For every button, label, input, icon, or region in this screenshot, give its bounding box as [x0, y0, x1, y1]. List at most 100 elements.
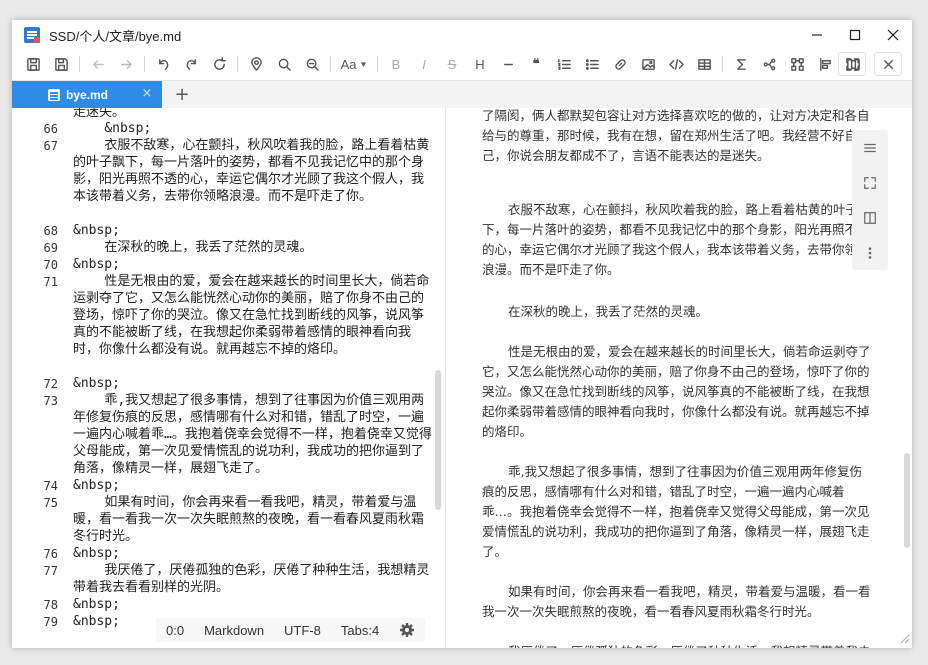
markdown-file-icon	[48, 89, 60, 101]
code-icon	[668, 58, 684, 70]
refresh-icon	[213, 56, 226, 70]
more-vertical-icon	[868, 246, 872, 259]
redo-button[interactable]	[179, 52, 203, 76]
table-button[interactable]	[692, 52, 716, 76]
save-all-button[interactable]	[21, 52, 45, 76]
window-controls	[798, 20, 912, 50]
minimize-button[interactable]	[798, 20, 836, 50]
italic-label: I	[422, 56, 426, 72]
unordered-list-button[interactable]	[580, 52, 604, 76]
back-button[interactable]	[86, 52, 110, 76]
search-replace-icon	[306, 58, 319, 71]
file-encoding[interactable]: UTF-8	[284, 623, 321, 638]
unordered-list-icon	[585, 58, 599, 70]
font-label: Aa	[340, 56, 357, 72]
sigma-icon	[736, 58, 746, 70]
markdown-editor[interactable]: 走迷失。 66 &nbsp; 67 衣服不敌寒，心在颤抖，秋风吹着我的脸，路上看着枯…	[12, 108, 445, 648]
fullscreen-icon	[864, 176, 876, 189]
tab-bye-md[interactable]: bye.md ×	[12, 81, 162, 109]
image-button[interactable]	[636, 52, 660, 76]
code-button[interactable]	[664, 52, 688, 76]
image-icon	[641, 58, 655, 70]
arrow-left-icon	[92, 59, 104, 69]
menu-icon	[864, 143, 876, 152]
preview-fullscreen-button[interactable]	[852, 165, 888, 200]
horizontal-rule-button[interactable]	[496, 52, 520, 76]
bold-button[interactable]: B	[384, 52, 408, 76]
line-number: 66	[43, 122, 58, 136]
replace-button[interactable]	[300, 52, 324, 76]
tab-close-button[interactable]: ×	[140, 87, 154, 101]
maximize-icon	[849, 29, 861, 41]
editor-scrollbar[interactable]	[435, 370, 441, 510]
line-number: 74	[43, 479, 58, 493]
formula-button[interactable]	[729, 52, 753, 76]
arrow-right-icon	[120, 59, 132, 69]
close-editor-button[interactable]	[874, 52, 902, 76]
link-button[interactable]	[608, 52, 632, 76]
resize-grip-icon[interactable]	[900, 634, 910, 644]
strikethrough-button[interactable]: S	[440, 52, 464, 76]
line-text: 我厌倦了，厌倦孤独的色彩，厌倦了种种生活，我想精灵带着我去看看别样的光阴。	[73, 563, 430, 595]
quote-button[interactable]: ❝	[524, 52, 548, 76]
line-number: 67	[43, 139, 58, 153]
align-left-icon	[819, 57, 831, 71]
line-text: &nbsp;	[73, 121, 152, 136]
cursor-position[interactable]: 0:0	[166, 623, 184, 638]
line-number: 75	[43, 496, 58, 510]
refresh-button[interactable]	[207, 52, 231, 76]
line-text: 在深秋的晚上，我丢了茫然的灵魂。	[73, 240, 313, 255]
link-icon	[614, 58, 626, 70]
toolbar-separator	[722, 56, 723, 72]
redo-icon	[186, 58, 196, 70]
preview-paragraph: 如果有时间，你会再来看一看我吧，精灵，带着爱与温暖，看一看我一次一次失眠煎熬的夜…	[482, 584, 871, 619]
gear-icon[interactable]	[399, 622, 415, 638]
line-number: 73	[43, 394, 58, 408]
search-button[interactable]	[272, 52, 296, 76]
status-bar: 0:0 Markdown UTF-8 Tabs:4	[156, 618, 426, 642]
font-button[interactable]: Aa ▼	[337, 52, 371, 76]
toolbar-separator	[144, 56, 145, 72]
undo-icon	[158, 58, 168, 70]
maximize-button[interactable]	[836, 20, 874, 50]
split-view-button[interactable]	[852, 200, 888, 235]
quote-label: ❝	[532, 56, 540, 71]
line-text: &nbsp;	[73, 597, 120, 612]
caret-down-icon: ▼	[359, 59, 368, 69]
add-tab-button[interactable]: +	[172, 85, 192, 105]
ordered-list-button[interactable]	[552, 52, 576, 76]
heading-button[interactable]: H	[468, 52, 492, 76]
markdown-preview[interactable]: 我厌倦了，厌倦孤独的色彩，厌倦了种种生活，我想精灵带着我去看看别样的光阴。 如果有…	[446, 108, 912, 648]
line-number: 68	[43, 224, 58, 238]
italic-button[interactable]: I	[412, 52, 436, 76]
line-text: 衣服不敌寒，心在颤抖，秋风吹着我的脸，路上看着枯黄的叶子飘下，每一片落叶的姿势，…	[73, 138, 430, 204]
bold-label: B	[391, 56, 401, 72]
preview-paragraph: 衣服不敌寒，心在颤抖，秋风吹着我的脸，路上看着枯黄的叶子飘下，每一片落叶的姿势，…	[482, 202, 871, 277]
preview-paragraph: 性是无根由的爱，爱会在越来越长的时间里长大，倘若命运剥夺了它，又怎么能恍然心动你…	[482, 344, 871, 439]
preview-paragraph: 乖,我又想起了很多事情，想到了往事因为价值三观用两年修复伤痕的反思，感情哪有什么…	[482, 464, 870, 559]
line-number: 70	[43, 258, 58, 272]
language-mode[interactable]: Markdown	[204, 623, 264, 638]
preview-scrollbar[interactable]	[904, 453, 910, 548]
line-number: 69	[43, 241, 58, 255]
close-button[interactable]	[874, 20, 912, 50]
undo-button[interactable]	[151, 52, 175, 76]
toolbar-separator	[330, 56, 331, 72]
ordered-list-icon	[557, 58, 571, 70]
locate-button[interactable]	[244, 52, 268, 76]
mindmap-icon	[763, 58, 775, 70]
close-icon	[887, 29, 899, 41]
toolbar-right	[834, 52, 906, 76]
forward-button[interactable]	[114, 52, 138, 76]
flowchart-icon	[790, 57, 804, 71]
toc-button[interactable]	[852, 130, 888, 165]
mindmap-button[interactable]	[757, 52, 781, 76]
more-options-button[interactable]	[852, 235, 888, 270]
fullscreen-button[interactable]	[838, 52, 866, 76]
preview-paragraph: 在深秋的晚上，我丢了茫然的灵魂。	[508, 304, 709, 319]
flowchart-button[interactable]	[785, 52, 809, 76]
save-button[interactable]	[49, 52, 73, 76]
title-bar: SSD/个人/文章/bye.md	[12, 20, 912, 50]
line-text: 如果有时间，你会再来看一看我吧，精灵，带着爱与温暖，看一看我一次一次失眠煎熬的夜…	[73, 495, 425, 544]
tab-size[interactable]: Tabs:4	[341, 623, 379, 638]
